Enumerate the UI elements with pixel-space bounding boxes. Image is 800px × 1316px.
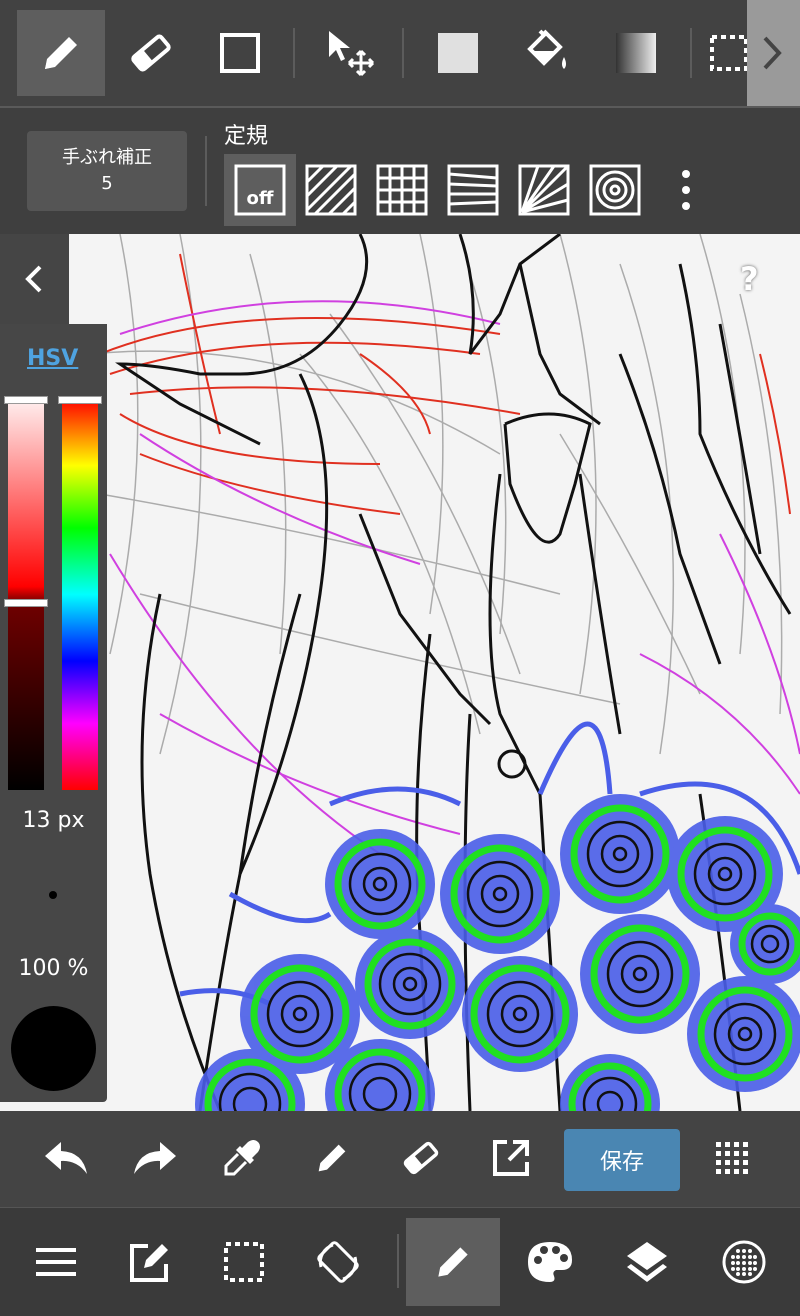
drawing-canvas[interactable] <box>0 234 800 1111</box>
menu-icon <box>36 1248 76 1276</box>
pen-tool-button[interactable] <box>17 10 105 96</box>
move-tool-button[interactable] <box>305 10 393 96</box>
ruler-off-button[interactable]: off <box>224 154 296 226</box>
selection-button[interactable] <box>197 1218 291 1306</box>
save-button[interactable]: 保存 <box>564 1129 680 1191</box>
perspective-lines-icon <box>447 164 499 216</box>
parallel-lines-icon <box>305 164 357 216</box>
rotate-canvas-button[interactable] <box>291 1218 385 1306</box>
radial-lines-icon <box>518 164 570 216</box>
radial-ruler-button[interactable] <box>508 154 580 226</box>
redo-button[interactable] <box>120 1125 190 1191</box>
value-handle[interactable] <box>4 599 48 607</box>
current-color-swatch[interactable] <box>11 1006 96 1091</box>
concentric-circles-icon <box>589 164 641 216</box>
nav-divider <box>397 1234 399 1288</box>
toolbar-divider <box>293 28 295 78</box>
grid-ruler-button[interactable] <box>366 154 438 226</box>
eraser-shortcut-button[interactable] <box>386 1125 456 1191</box>
share-button[interactable] <box>476 1125 546 1191</box>
hue-handle[interactable] <box>58 396 102 404</box>
paint-bucket-icon <box>527 29 566 69</box>
toolbar-scroll-right[interactable] <box>747 0 800 106</box>
brush-button[interactable] <box>406 1218 500 1306</box>
ruler-label: 定規 <box>224 124 269 149</box>
opacity-label[interactable]: 100 % <box>0 956 107 981</box>
question-icon: ? <box>740 260 759 298</box>
grid-icon <box>376 164 428 216</box>
color-panel: HSV 13 px 100 % <box>0 234 107 1102</box>
undo-icon <box>45 1142 87 1174</box>
pen-shortcut-button[interactable] <box>297 1125 367 1191</box>
perspective-ruler-button[interactable] <box>437 154 509 226</box>
shape-tool-button[interactable] <box>196 10 284 96</box>
rotate-icon <box>317 1241 359 1283</box>
redo-icon <box>134 1142 176 1174</box>
more-options-button[interactable] <box>668 164 704 216</box>
layers-icon <box>627 1242 667 1282</box>
chevron-left-icon <box>24 265 41 293</box>
stabilizer-label: 手ぶれ補正 <box>62 147 152 168</box>
brush-icon <box>438 1247 468 1277</box>
undo-button[interactable] <box>31 1125 101 1191</box>
rose-bouquet <box>195 794 800 1111</box>
edit-button[interactable] <box>103 1218 197 1306</box>
grid-menu-button[interactable] <box>697 1125 767 1191</box>
grid-dots-icon <box>716 1142 748 1174</box>
collapse-panel-button[interactable] <box>0 234 69 324</box>
pencil-icon <box>318 1144 346 1172</box>
bucket-tool-button[interactable] <box>502 10 590 96</box>
chevron-right-icon <box>763 36 782 70</box>
saturation-value-slider[interactable] <box>8 399 44 790</box>
menu-button[interactable] <box>9 1218 103 1306</box>
toolbar-divider <box>690 28 692 78</box>
palette-icon <box>528 1242 572 1282</box>
hue-slider[interactable] <box>62 399 98 790</box>
eraser-tool-button[interactable] <box>107 10 195 96</box>
selection-icon <box>224 1242 264 1282</box>
brush-size-preview <box>49 891 57 899</box>
color-panel-body: HSV 13 px 100 % <box>0 324 107 1102</box>
action-bar: 保存 <box>0 1111 800 1207</box>
layers-button[interactable] <box>600 1218 694 1306</box>
stabilizer-value: 5 <box>101 173 113 194</box>
saturation-handle[interactable] <box>4 396 48 404</box>
brush-size-label[interactable]: 13 px <box>0 808 107 833</box>
eraser-icon <box>131 34 171 72</box>
bottom-navigation <box>0 1207 800 1316</box>
top-toolbar <box>0 0 800 108</box>
stabilizer-button[interactable]: 手ぶれ補正 5 <box>27 131 187 211</box>
filled-square-icon <box>438 33 478 73</box>
subbar-divider <box>205 136 207 206</box>
concentric-ruler-button[interactable] <box>579 154 651 226</box>
square-outline-icon <box>220 33 260 73</box>
more-vertical-icon <box>682 170 690 210</box>
color-palette-button[interactable] <box>503 1218 597 1306</box>
fill-rect-tool-button[interactable] <box>414 10 502 96</box>
ruler-off-text: off <box>247 188 274 209</box>
ruler-off-icon: off <box>234 164 286 216</box>
open-external-icon <box>493 1140 529 1176</box>
gradient-icon <box>616 33 656 73</box>
edit-icon <box>130 1244 168 1282</box>
material-icon <box>722 1240 766 1284</box>
eyedropper-button[interactable] <box>207 1125 277 1191</box>
eyedropper-icon <box>224 1140 260 1176</box>
move-arrows-icon <box>329 31 375 77</box>
color-mode-toggle[interactable]: HSV <box>27 346 78 371</box>
material-button[interactable] <box>697 1218 791 1306</box>
eraser-icon <box>403 1141 439 1175</box>
help-button[interactable]: ? <box>740 260 772 300</box>
brush-options-bar: 手ぶれ補正 5 定規 off <box>0 108 800 234</box>
toolbar-divider <box>402 28 404 78</box>
artwork-sketch <box>89 234 800 1111</box>
gradient-tool-button[interactable] <box>592 10 680 96</box>
pencil-icon <box>45 37 77 69</box>
parallel-ruler-button[interactable] <box>295 154 367 226</box>
